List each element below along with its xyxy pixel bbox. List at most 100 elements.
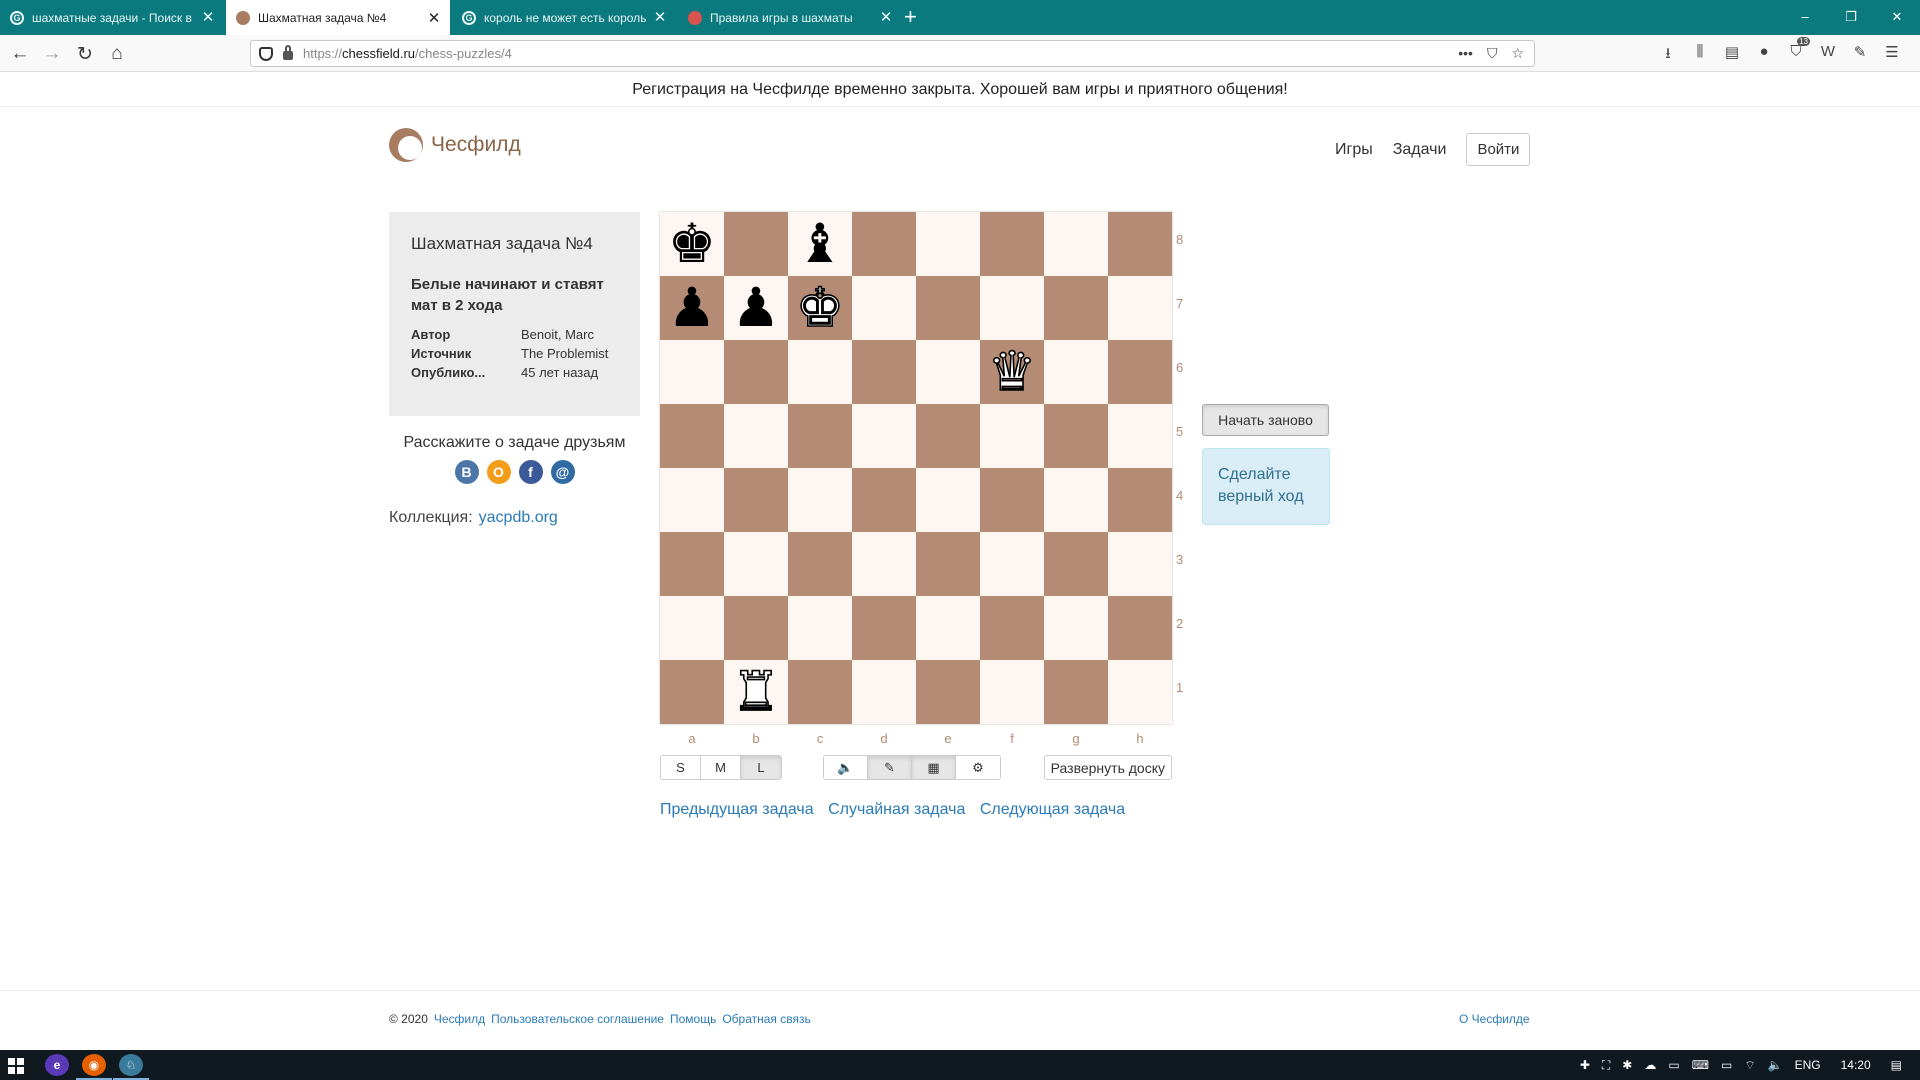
square-g4[interactable] bbox=[1044, 468, 1108, 532]
square-a1[interactable] bbox=[660, 660, 724, 724]
menu-icon[interactable]: ☰ bbox=[1876, 43, 1908, 68]
square-c8[interactable]: ♝ bbox=[788, 212, 852, 276]
square-e6[interactable] bbox=[916, 340, 980, 404]
square-g6[interactable] bbox=[1044, 340, 1108, 404]
black-king-icon[interactable]: ♚ bbox=[668, 217, 716, 271]
square-f8[interactable] bbox=[980, 212, 1044, 276]
clock[interactable]: 14:20 bbox=[1841, 1058, 1871, 1072]
size-s-button[interactable]: S bbox=[661, 756, 701, 779]
square-f2[interactable] bbox=[980, 596, 1044, 660]
square-d2[interactable] bbox=[852, 596, 916, 660]
address-bar[interactable]: https://chessfield.ru/chess-puzzles/4 ••… bbox=[250, 40, 1535, 67]
browser-tab[interactable]: Шахматная задача №4 ✕ bbox=[226, 0, 450, 36]
url-text[interactable]: https://chessfield.ru/chess-puzzles/4 bbox=[303, 46, 512, 61]
steam-tray-icon[interactable]: ☁ bbox=[1644, 1058, 1656, 1072]
square-e1[interactable] bbox=[916, 660, 980, 724]
gpu-tray-icon[interactable]: ▭ bbox=[1668, 1058, 1679, 1072]
footer-about-link[interactable]: О Чесфилде bbox=[1459, 1012, 1530, 1026]
square-d6[interactable] bbox=[852, 340, 916, 404]
volume-tray-icon[interactable]: 🔈 bbox=[1768, 1058, 1783, 1072]
footer-home-link[interactable]: Чесфилд bbox=[434, 1012, 485, 1026]
black-pawn-icon[interactable]: ♟ bbox=[668, 281, 716, 335]
pocket-icon[interactable]: ⛉ bbox=[1487, 45, 1498, 62]
previous-puzzle-link[interactable]: Предыдущая задача bbox=[660, 801, 814, 818]
square-b2[interactable] bbox=[724, 596, 788, 660]
size-l-button[interactable]: L bbox=[741, 756, 781, 779]
mailru-icon[interactable]: @ bbox=[550, 460, 575, 484]
site-logo[interactable]: Чесфилд bbox=[389, 128, 521, 162]
pen-icon[interactable]: ✎ bbox=[868, 756, 912, 779]
odnoklassniki-icon[interactable]: О bbox=[486, 460, 511, 484]
square-h3[interactable] bbox=[1108, 532, 1172, 596]
square-a5[interactable] bbox=[660, 404, 724, 468]
square-e5[interactable] bbox=[916, 404, 980, 468]
square-b8[interactable] bbox=[724, 212, 788, 276]
minimize-button[interactable]: – bbox=[1782, 0, 1828, 33]
square-c4[interactable] bbox=[788, 468, 852, 532]
square-c7[interactable]: ♚ bbox=[788, 276, 852, 340]
square-e7[interactable] bbox=[916, 276, 980, 340]
square-c6[interactable] bbox=[788, 340, 852, 404]
size-m-button[interactable]: M bbox=[701, 756, 741, 779]
square-e3[interactable] bbox=[916, 532, 980, 596]
square-f1[interactable] bbox=[980, 660, 1044, 724]
edge-icon[interactable]: e bbox=[45, 1054, 69, 1076]
tracking-shield-icon[interactable] bbox=[259, 46, 273, 61]
square-d1[interactable] bbox=[852, 660, 916, 724]
square-c3[interactable] bbox=[788, 532, 852, 596]
square-b7[interactable]: ♟ bbox=[724, 276, 788, 340]
next-puzzle-link[interactable]: Следующая задача bbox=[980, 801, 1125, 818]
nav-puzzles-link[interactable]: Задачи bbox=[1393, 141, 1447, 159]
close-tab-icon[interactable]: ✕ bbox=[426, 11, 442, 26]
browser-tab[interactable]: Gкороль не может есть король ✕ bbox=[452, 0, 676, 35]
square-f3[interactable] bbox=[980, 532, 1044, 596]
square-e8[interactable] bbox=[916, 212, 980, 276]
square-b5[interactable] bbox=[724, 404, 788, 468]
square-a3[interactable] bbox=[660, 532, 724, 596]
browser-tab[interactable]: Gшахматные задачи - Поиск в ✕ bbox=[0, 0, 224, 35]
footer-help-link[interactable]: Помощь bbox=[670, 1012, 716, 1026]
home-icon[interactable]: ⌂ bbox=[105, 42, 129, 66]
new-tab-button[interactable]: + bbox=[904, 5, 917, 29]
chess-app-icon[interactable]: ♘ bbox=[113, 1054, 149, 1080]
square-e2[interactable] bbox=[916, 596, 980, 660]
square-g5[interactable] bbox=[1044, 404, 1108, 468]
square-g8[interactable] bbox=[1044, 212, 1108, 276]
square-e4[interactable] bbox=[916, 468, 980, 532]
square-f7[interactable] bbox=[980, 276, 1044, 340]
square-g2[interactable] bbox=[1044, 596, 1108, 660]
square-d7[interactable] bbox=[852, 276, 916, 340]
square-d4[interactable] bbox=[852, 468, 916, 532]
square-b3[interactable] bbox=[724, 532, 788, 596]
square-h4[interactable] bbox=[1108, 468, 1172, 532]
start-button[interactable] bbox=[8, 1058, 24, 1074]
close-tab-icon[interactable]: ✕ bbox=[652, 10, 668, 25]
sound-icon[interactable]: 🔈 bbox=[824, 756, 868, 779]
keyboard-tray-icon[interactable]: ⌨ bbox=[1692, 1058, 1709, 1072]
restore-button[interactable]: ❐ bbox=[1828, 0, 1874, 33]
white-queen-icon[interactable]: ♛ bbox=[987, 344, 1037, 400]
notifications-icon[interactable]: ▤ bbox=[1891, 1058, 1902, 1072]
downloads-icon[interactable]: ⭳ bbox=[1652, 43, 1684, 68]
nav-games-link[interactable]: Игры bbox=[1335, 141, 1373, 159]
square-d5[interactable] bbox=[852, 404, 916, 468]
square-a2[interactable] bbox=[660, 596, 724, 660]
footer-feedback-link[interactable]: Обратная связь bbox=[722, 1012, 810, 1026]
square-c2[interactable] bbox=[788, 596, 852, 660]
app-tray-icon[interactable]: ✚ bbox=[1580, 1058, 1590, 1072]
expand-board-button[interactable]: Развернуть доску bbox=[1043, 755, 1172, 780]
square-c5[interactable] bbox=[788, 404, 852, 468]
page-actions-icon[interactable]: ••• bbox=[1458, 45, 1473, 62]
browser-tab[interactable]: Правила игры в шахматы ✕ bbox=[678, 0, 902, 35]
wifi-tray-icon[interactable]: ⌔ bbox=[1744, 1058, 1755, 1073]
eyedropper-extension-icon[interactable]: ✎ bbox=[1844, 43, 1876, 68]
square-a4[interactable] bbox=[660, 468, 724, 532]
back-icon[interactable]: ← bbox=[8, 42, 32, 66]
square-f6[interactable]: ♛ bbox=[980, 340, 1044, 404]
battery-tray-icon[interactable]: ▭ bbox=[1721, 1058, 1732, 1072]
forward-icon[interactable]: → bbox=[40, 42, 64, 66]
library-icon[interactable]: ⫼ bbox=[1684, 43, 1716, 68]
language-indicator[interactable]: ENG bbox=[1795, 1058, 1821, 1072]
black-pawn-icon[interactable]: ♟ bbox=[732, 281, 780, 335]
square-b6[interactable] bbox=[724, 340, 788, 404]
